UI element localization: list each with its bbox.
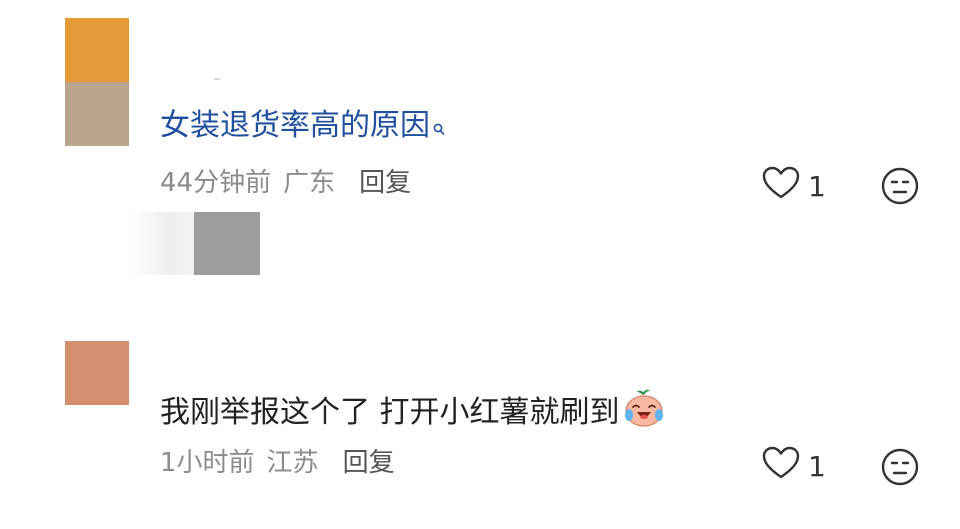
comment-location: 江苏 [266, 448, 319, 478]
reply-button[interactable]: 回复 [343, 448, 395, 478]
like-button[interactable]: 1 [762, 446, 826, 487]
heart-outline-icon [762, 446, 800, 487]
search-suggest-icon [433, 108, 445, 148]
blurred-region-dark [194, 212, 260, 275]
blurred-region-light [130, 212, 196, 275]
comment-time: 44分钟前 [160, 168, 272, 198]
comment-text-link[interactable]: 女装退货率高的原因 [160, 106, 445, 148]
comment-text: 女装退货率高的原因 [160, 108, 430, 143]
blurred-content [130, 212, 260, 275]
decorative-mark [214, 78, 220, 80]
neutral-face-icon[interactable] [880, 447, 920, 491]
comment-meta: 44分钟前 广东 回复 [160, 166, 411, 200]
like-count: 1 [808, 170, 826, 203]
reply-button[interactable]: 回复 [359, 168, 411, 198]
like-count: 1 [808, 450, 826, 483]
comment-meta: 1小时前 江苏 回复 [160, 446, 395, 480]
commenter-avatar[interactable] [65, 18, 129, 146]
avatar-image-top [65, 18, 129, 82]
comment-location: 广东 [283, 168, 336, 198]
commenter-avatar[interactable] [65, 341, 129, 405]
like-button[interactable]: 1 [762, 166, 826, 207]
comment-text-block: 我刚举报这个了 打开小红薯就刷到 [160, 388, 666, 439]
neutral-face-icon[interactable] [880, 166, 920, 210]
comment-text: 我刚举报这个了 打开小红薯就刷到 [160, 395, 620, 430]
avatar-image-bottom [65, 82, 129, 146]
comment-time: 1小时前 [160, 448, 255, 478]
crying-sweet-potato-emoji [622, 388, 666, 439]
heart-outline-icon [762, 166, 800, 207]
